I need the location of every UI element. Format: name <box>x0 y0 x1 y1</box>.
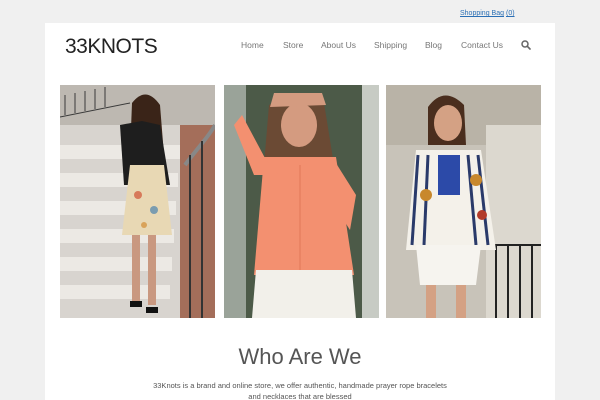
gallery-photo-2[interactable] <box>224 85 379 318</box>
gallery-photo-1[interactable] <box>60 85 215 318</box>
shopping-bag-label[interactable]: Shopping Bag <box>460 10 504 17</box>
photo-model-orange-blouse-icon <box>224 85 379 318</box>
main-nav: Home Store About Us Shipping Blog Contac… <box>45 40 555 52</box>
about-title: Who Are We <box>238 344 362 369</box>
shopping-bag-link[interactable]: Shopping Bag (0) <box>460 10 515 17</box>
gallery-photo-3[interactable] <box>386 85 541 318</box>
nav-blog[interactable]: Blog <box>425 40 442 50</box>
page-container: 33KNOTS Home Store About Us Shipping Blo… <box>45 23 555 400</box>
nav-shipping[interactable]: Shipping <box>374 40 407 50</box>
shopping-bag-count: (0) <box>505 10 515 17</box>
photo-model-patterned-jacket-icon <box>386 85 541 318</box>
search-icon[interactable] <box>521 40 531 50</box>
photo-model-stairs-icon <box>60 85 215 318</box>
nav-home[interactable]: Home <box>241 40 264 50</box>
nav-contact-us[interactable]: Contact Us <box>461 40 503 50</box>
topbar: Shopping Bag (0) <box>0 10 600 20</box>
nav-about-us[interactable]: About Us <box>321 40 356 50</box>
photo-gallery <box>45 68 555 357</box>
site-header: 33KNOTS Home Store About Us Shipping Blo… <box>45 23 555 68</box>
about-description: 33Knots is a brand and online store, we … <box>153 381 447 400</box>
about-section: Who Are We 33Knots is a brand and online… <box>45 336 555 400</box>
nav-store[interactable]: Store <box>283 40 303 50</box>
